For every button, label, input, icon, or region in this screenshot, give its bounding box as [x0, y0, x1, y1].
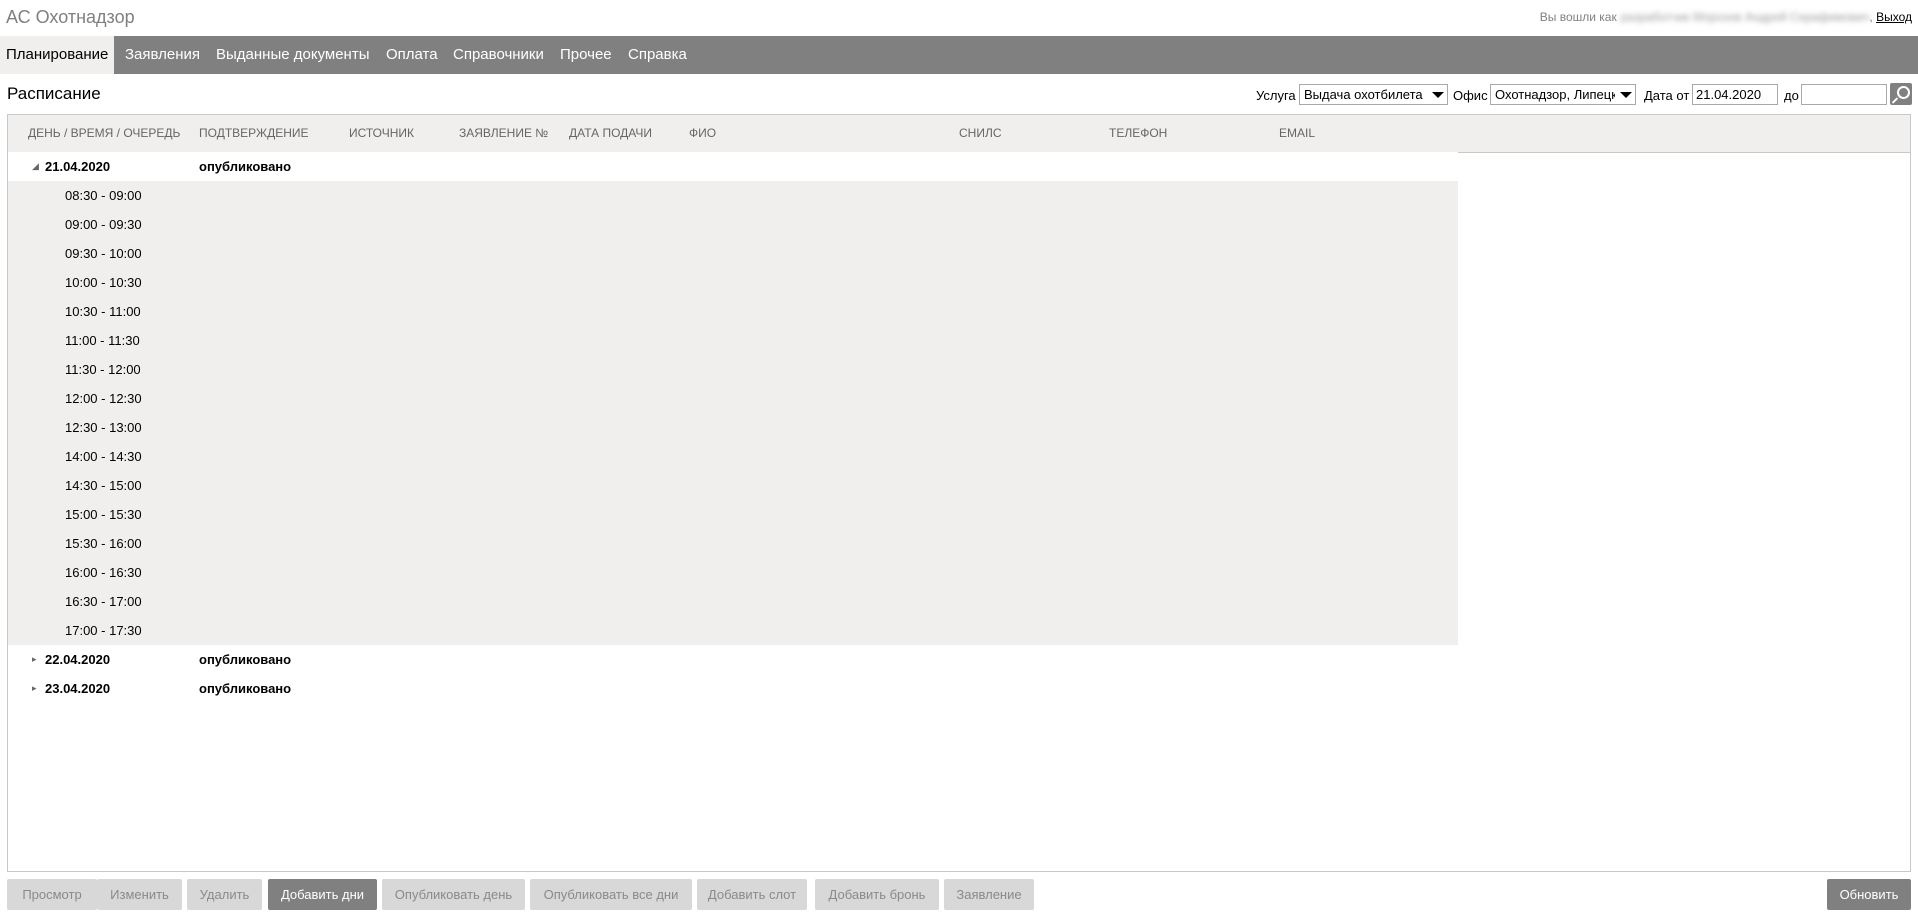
table-row-slot[interactable]: 12:00 - 12:30: [8, 384, 1458, 413]
user-info: Вы вошли как разработчик Морозов Андрей С…: [1539, 10, 1912, 24]
column-header-day-time-queue[interactable]: ДЕНЬ / ВРЕМЯ / ОЧЕРЕДЬ: [28, 115, 186, 152]
app-header: АС Охотнадзор Вы вошли как разработчик Мо…: [0, 0, 1918, 36]
add-slot-button[interactable]: Добавить слот: [697, 879, 807, 910]
slot-time: 14:30 - 15:00: [65, 478, 142, 493]
table-row-day[interactable]: ◢ 21.04.2020 опубликовано: [8, 152, 1458, 181]
table-row-slot[interactable]: 15:00 - 15:30: [8, 500, 1458, 529]
slot-time: 15:00 - 15:30: [65, 507, 142, 522]
chevron-down-icon: [1432, 92, 1444, 98]
logout-link[interactable]: Выход: [1876, 10, 1912, 24]
table-row-slot[interactable]: 16:30 - 17:00: [8, 587, 1458, 616]
nav-item-issued-documents[interactable]: Выданные документы: [216, 36, 370, 74]
column-header-confirmation[interactable]: ПОДТВЕРЖДЕНИЕ: [199, 115, 339, 152]
day-status: опубликовано: [199, 159, 292, 174]
table-row-slot[interactable]: 12:30 - 13:00: [8, 413, 1458, 442]
app-title: АС Охотнадзор: [6, 7, 135, 27]
day-status: опубликовано: [199, 681, 292, 696]
slot-time: 17:00 - 17:30: [65, 623, 142, 638]
table-row-day[interactable]: ▸ 22.04.2020 опубликовано: [8, 645, 1458, 674]
date-from-label: Дата от: [1644, 88, 1690, 103]
office-select[interactable]: Охотнадзор, Липецк: [1490, 84, 1636, 105]
column-header-snils[interactable]: СНИЛС: [959, 115, 1099, 152]
date-from-input[interactable]: [1692, 84, 1778, 105]
slot-time: 12:00 - 12:30: [65, 391, 142, 406]
view-button[interactable]: Просмотр: [7, 879, 97, 910]
day-status: опубликовано: [199, 652, 292, 667]
slot-time: 10:30 - 11:00: [65, 304, 141, 319]
office-select-value: Охотнадзор, Липецк: [1495, 87, 1615, 102]
date-to-label: до: [1784, 88, 1799, 103]
column-header-email[interactable]: EMAIL: [1279, 115, 1439, 152]
column-header-submission-date[interactable]: ДАТА ПОДАЧИ: [569, 115, 679, 152]
office-label: Офис: [1453, 88, 1488, 103]
table-row-day[interactable]: ▸ 23.04.2020 опубликовано: [8, 674, 1458, 703]
logged-in-prefix: Вы вошли как: [1539, 10, 1617, 24]
service-select-value: Выдача охотбилета: [1304, 87, 1423, 102]
user-name: разработчик Морозов Андрей Серафимович: [1620, 10, 1870, 24]
column-header-application-number[interactable]: ЗАЯВЛЕНИЕ №: [459, 115, 559, 152]
grid-header: ДЕНЬ / ВРЕМЯ / ОЧЕРЕДЬ ПОДТВЕРЖДЕНИЕ ИСТ…: [8, 115, 1910, 153]
table-row-slot[interactable]: 09:30 - 10:00: [8, 239, 1458, 268]
day-date: 23.04.2020: [45, 681, 111, 696]
table-row-slot[interactable]: 11:30 - 12:00: [8, 355, 1458, 384]
nav-item-help[interactable]: Справка: [628, 36, 687, 74]
add-days-button[interactable]: Добавить дни: [268, 879, 377, 910]
table-row-slot[interactable]: 14:00 - 14:30: [8, 442, 1458, 471]
table-row-slot[interactable]: 10:30 - 11:00: [8, 297, 1458, 326]
table-row-slot[interactable]: 10:00 - 10:30: [8, 268, 1458, 297]
table-row-slot[interactable]: 14:30 - 15:00: [8, 471, 1458, 500]
refresh-button[interactable]: Обновить: [1827, 879, 1911, 910]
day-date: 21.04.2020: [45, 159, 111, 174]
column-header-source[interactable]: ИСТОЧНИК: [349, 115, 449, 152]
nav-item-planning[interactable]: Планирование: [0, 36, 115, 74]
table-row-slot[interactable]: 09:00 - 09:30: [8, 210, 1458, 239]
add-booking-button[interactable]: Добавить бронь: [815, 879, 939, 910]
service-select[interactable]: Выдача охотбилета: [1299, 84, 1448, 105]
page-title: Расписание: [7, 84, 101, 103]
column-header-phone[interactable]: ТЕЛЕФОН: [1109, 115, 1269, 152]
search-button[interactable]: [1890, 83, 1912, 105]
delete-button[interactable]: Удалить: [187, 879, 262, 910]
schedule-grid: ДЕНЬ / ВРЕМЯ / ОЧЕРЕДЬ ПОДТВЕРЖДЕНИЕ ИСТ…: [7, 114, 1911, 872]
expand-icon[interactable]: ▸: [32, 674, 37, 703]
nav-item-other[interactable]: Прочее: [560, 36, 612, 74]
table-row-slot[interactable]: 17:00 - 17:30: [8, 616, 1458, 645]
table-row-slot[interactable]: 11:00 - 11:30: [8, 326, 1458, 355]
nav-item-directories[interactable]: Справочники: [453, 36, 544, 74]
day-date: 22.04.2020: [45, 652, 111, 667]
publish-day-button[interactable]: Опубликовать день: [382, 879, 525, 910]
slot-time: 12:30 - 13:00: [65, 420, 142, 435]
service-label: Услуга: [1256, 88, 1296, 103]
slot-time: 09:30 - 10:00: [65, 246, 142, 261]
publish-all-days-button[interactable]: Опубликовать все дни: [530, 879, 692, 910]
table-row-slot[interactable]: 15:30 - 16:00: [8, 529, 1458, 558]
chevron-down-icon: [1620, 92, 1632, 98]
slot-time: 16:00 - 16:30: [65, 565, 142, 580]
edit-button[interactable]: Изменить: [97, 879, 182, 910]
slot-time: 15:30 - 16:00: [65, 536, 142, 551]
column-header-full-name[interactable]: ФИО: [689, 115, 949, 152]
slot-time: 10:00 - 10:30: [65, 275, 142, 290]
collapse-icon[interactable]: ◢: [32, 152, 39, 181]
date-to-input[interactable]: [1801, 84, 1887, 105]
slot-time: 14:00 - 14:30: [65, 449, 142, 464]
nav-item-payment[interactable]: Оплата: [386, 36, 438, 74]
slot-time: 09:00 - 09:30: [65, 217, 142, 232]
slot-time: 11:00 - 11:30: [65, 333, 140, 348]
slot-time: 08:30 - 09:00: [65, 188, 142, 203]
table-row-slot[interactable]: 08:30 - 09:00: [8, 181, 1458, 210]
application-button[interactable]: Заявление: [944, 879, 1034, 910]
main-nav: Планирование Заявления Выданные документ…: [0, 36, 1918, 74]
slot-time: 16:30 - 17:00: [65, 594, 142, 609]
expand-icon[interactable]: ▸: [32, 645, 37, 674]
nav-item-applications[interactable]: Заявления: [125, 36, 200, 74]
table-row-slot[interactable]: 16:00 - 16:30: [8, 558, 1458, 587]
slot-time: 11:30 - 12:00: [65, 362, 141, 377]
